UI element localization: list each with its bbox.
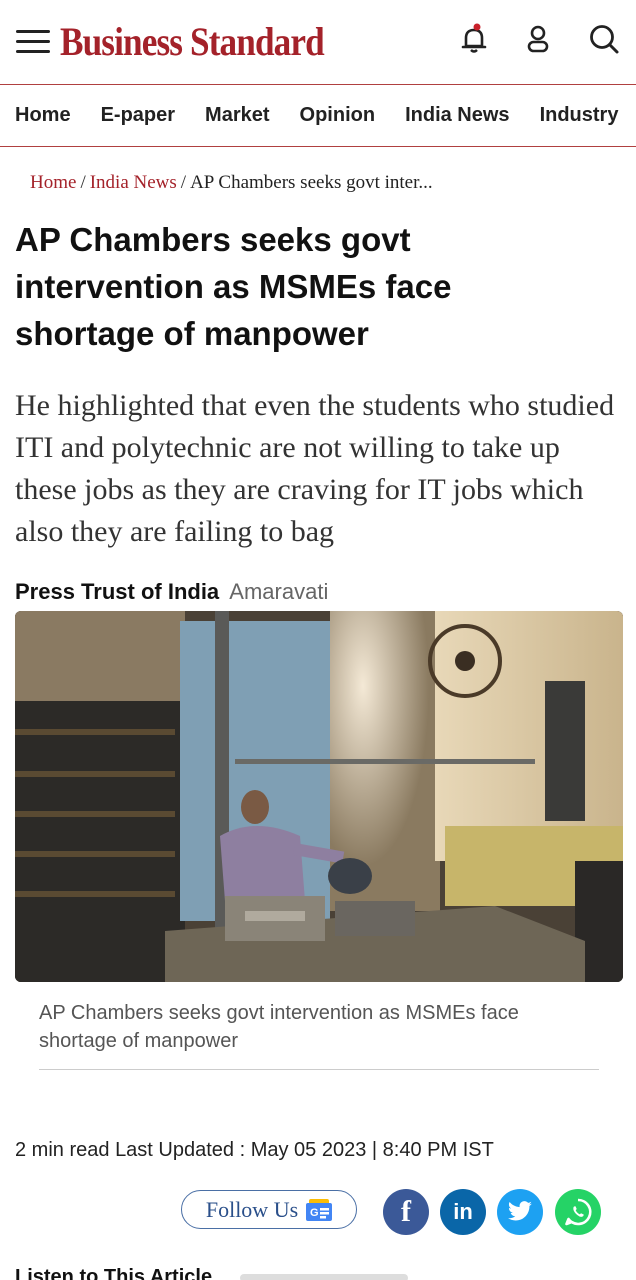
facebook-icon[interactable]: f (383, 1189, 429, 1235)
breadcrumb-india-news-link[interactable]: India News (90, 172, 177, 193)
nav-item-industry[interactable]: Industry (540, 104, 619, 127)
svg-text:G: G (310, 1207, 319, 1219)
menu-icon[interactable] (16, 28, 50, 56)
site-header: Business Standard (0, 0, 636, 84)
breadcrumb-separator: / (180, 172, 187, 193)
nav-item-opinion[interactable]: Opinion (300, 104, 376, 127)
site-logo[interactable]: Business Standard (60, 18, 325, 65)
breadcrumb-home-link[interactable]: Home (30, 172, 76, 193)
user-icon[interactable] (519, 20, 557, 58)
last-updated: Last Updated : May 05 2023 | 8:40 PM IST (115, 1139, 494, 1161)
article-meta: 2 min read Last Updated : May 05 2023 | … (15, 1139, 494, 1162)
breadcrumb-current: AP Chambers seeks govt inter... (190, 172, 433, 193)
search-icon[interactable] (585, 20, 623, 58)
linkedin-icon[interactable]: in (440, 1189, 486, 1235)
byline: Press Trust of India Amaravati (15, 579, 328, 605)
breadcrumb: Home / India News / AP Chambers seeks govt i… (30, 172, 433, 194)
article-summary: He highlighted that even the students wh… (15, 389, 615, 548)
image-caption: AP Chambers seeks govt intervention as M… (39, 1002, 519, 1052)
divider (39, 1069, 599, 1070)
nav-item-market[interactable]: Market (205, 104, 269, 127)
nav-item-home[interactable]: Home (15, 104, 71, 127)
google-news-icon: G (306, 1198, 333, 1221)
article-image (15, 611, 623, 982)
breadcrumb-separator: / (80, 172, 86, 193)
notification-bell-icon[interactable] (455, 20, 493, 58)
nav-item-india-news[interactable]: India News (405, 104, 509, 127)
twitter-icon[interactable] (497, 1189, 543, 1235)
main-nav: Home E-paper Market Opinion India News I… (0, 84, 636, 147)
read-time: 2 min read (15, 1139, 110, 1161)
whatsapp-icon[interactable] (555, 1189, 601, 1235)
author-name[interactable]: Press Trust of India (15, 579, 219, 604)
follow-us-label: Follow Us (205, 1196, 299, 1222)
article-title: AP Chambers seeks govt intervention as M… (15, 221, 452, 352)
audio-player-bar[interactable] (240, 1274, 408, 1280)
nav-item-epaper[interactable]: E-paper (101, 104, 175, 127)
follow-us-button[interactable]: Follow Us G (181, 1190, 357, 1229)
listen-to-article-label[interactable]: Listen to This Article (15, 1266, 212, 1280)
dateline-location: Amaravati (229, 579, 329, 604)
